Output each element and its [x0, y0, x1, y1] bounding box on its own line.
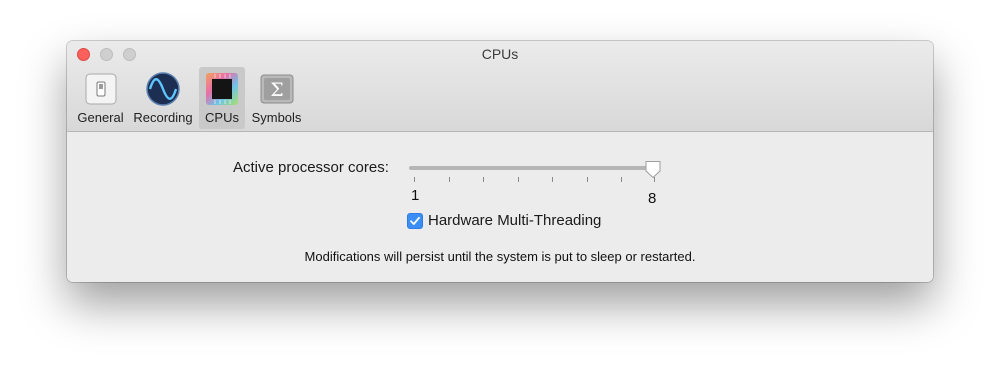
tab-label: CPUs — [205, 110, 239, 125]
checkmark-icon — [410, 216, 420, 225]
waveform-icon — [146, 72, 180, 106]
cpu-chip-icon — [206, 73, 238, 105]
svg-text:Σ: Σ — [270, 79, 283, 101]
persistence-note: Modifications will persist until the sys… — [304, 249, 696, 264]
window-title: CPUs — [481, 46, 519, 62]
hyperthreading-checkbox[interactable] — [407, 213, 423, 229]
slider-max-label: 8 — [648, 190, 657, 207]
preferences-window: CPUs General Recording CPUs Σ Symbols Ac… — [67, 41, 933, 282]
slider-tick — [621, 177, 622, 182]
toolbar: CPUs General Recording CPUs Σ Symbols — [67, 41, 933, 132]
slider-tick — [449, 177, 450, 182]
slider-tick — [483, 177, 484, 182]
cores-slider-thumb[interactable] — [644, 160, 662, 179]
slider-tick — [587, 177, 588, 182]
tab-label: Symbols — [251, 110, 302, 125]
tab-label: Recording — [133, 110, 193, 125]
tab-cpus[interactable]: CPUs — [199, 67, 245, 129]
cores-slider-track[interactable] — [409, 166, 654, 170]
tab-symbols[interactable]: Σ Symbols — [249, 67, 304, 129]
slider-min-label: 1 — [411, 187, 420, 204]
slider-tick — [414, 177, 415, 182]
hyperthreading-label[interactable]: Hardware Multi-Threading — [428, 212, 601, 229]
tab-recording[interactable]: Recording — [131, 67, 195, 129]
sigma-icon: Σ — [260, 74, 293, 104]
slider-tick — [518, 177, 519, 182]
slider-tick — [552, 177, 553, 182]
tab-label: General — [77, 110, 124, 125]
switch-icon — [85, 73, 116, 105]
active-cores-label: Active processor cores: — [233, 159, 389, 176]
tab-general[interactable]: General — [75, 67, 126, 129]
